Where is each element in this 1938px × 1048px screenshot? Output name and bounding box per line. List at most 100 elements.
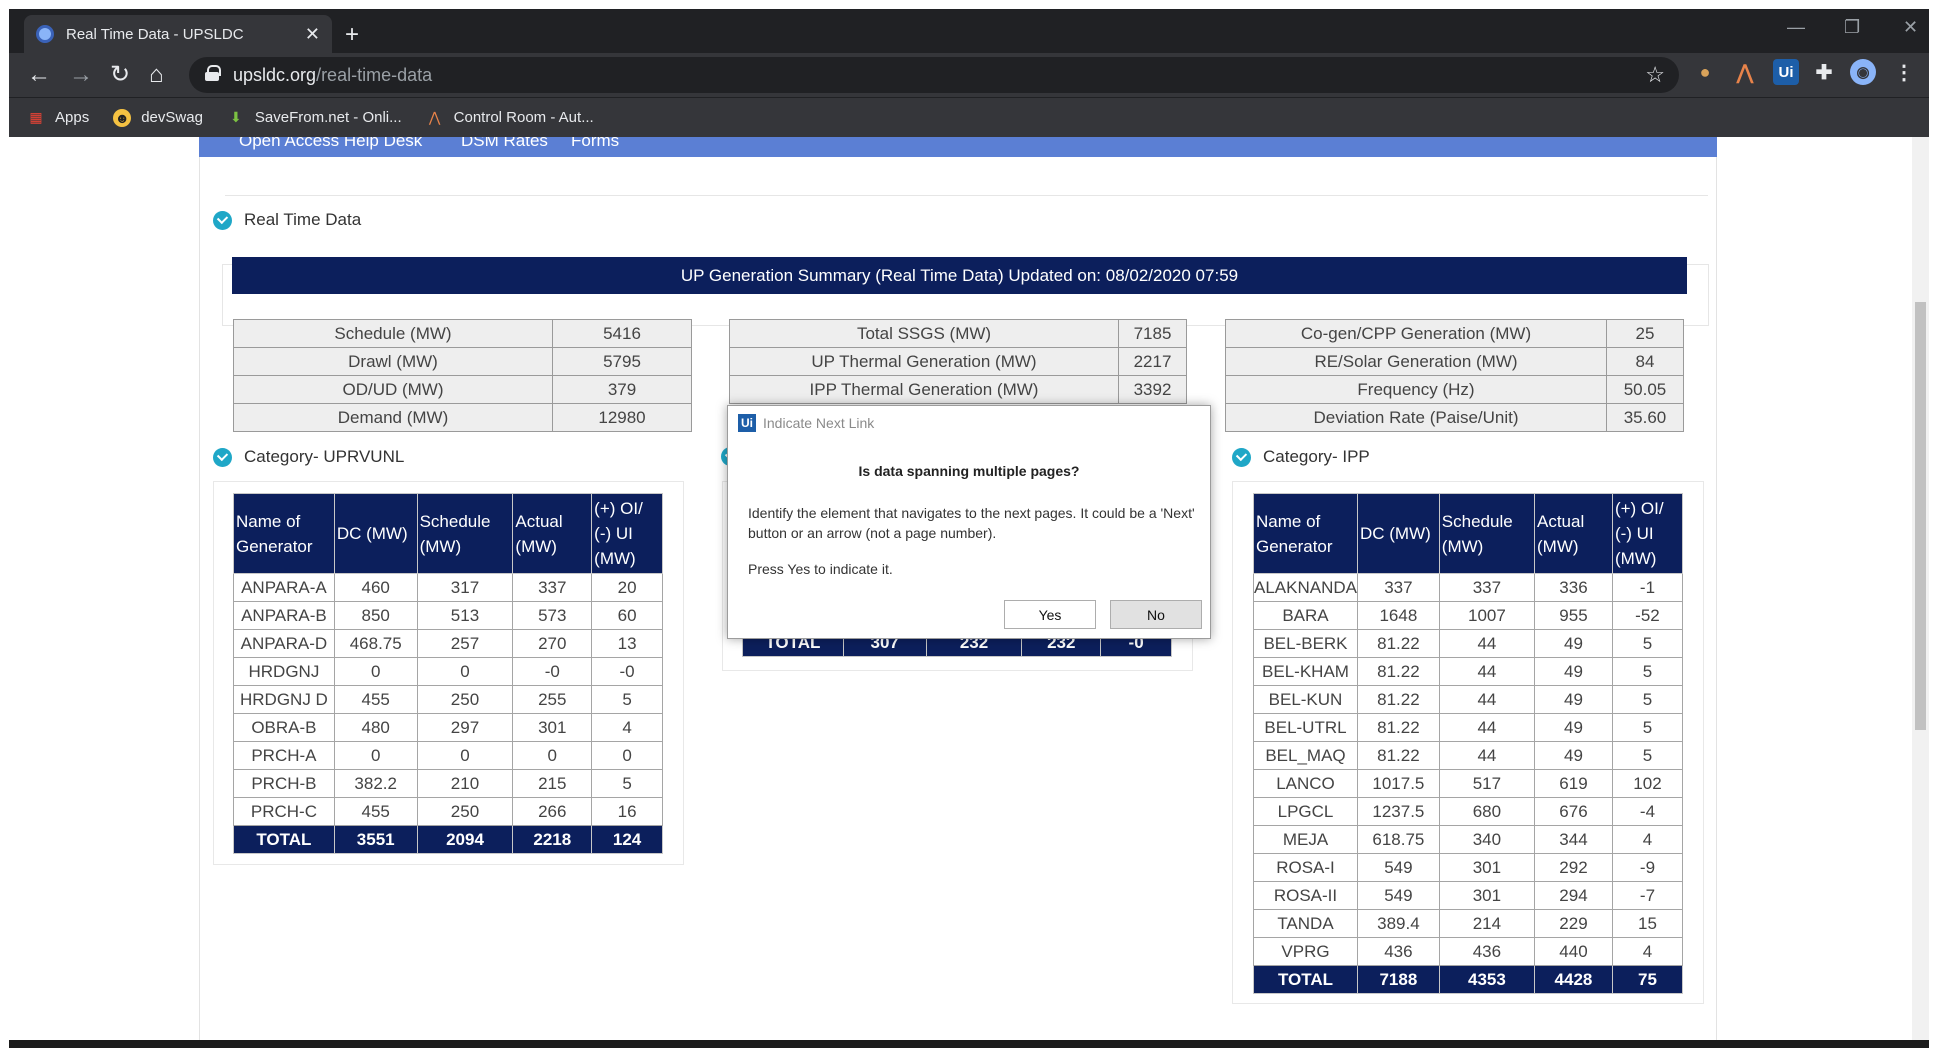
table-cell: 382.2 bbox=[333, 769, 418, 798]
puzzle-icon[interactable]: ✚ bbox=[1811, 59, 1837, 85]
lock-icon bbox=[205, 65, 221, 81]
bookmark-apps[interactable]: ▦ Apps bbox=[27, 109, 89, 127]
table-cell: 337 bbox=[1356, 573, 1440, 602]
reload-icon[interactable]: ↻ bbox=[110, 61, 130, 89]
table-cell: PRCH-C bbox=[233, 797, 335, 826]
page-scrollbar[interactable] bbox=[1912, 137, 1929, 1040]
column-header: DC (MW) bbox=[1356, 493, 1440, 574]
summary-label: Deviation Rate (Paise/Unit) bbox=[1225, 403, 1607, 432]
bookmark-control-room[interactable]: ⋀ Control Room - Aut... bbox=[426, 109, 594, 127]
sunglasses-icon: ☻ bbox=[113, 108, 132, 127]
total-cell: 7188 bbox=[1356, 965, 1440, 994]
indicate-next-link-dialog: Ui Indicate Next Link Is data spanning m… bbox=[727, 405, 1211, 639]
address-bar[interactable]: upsldc.org/real-time-data ☆ bbox=[189, 57, 1679, 93]
table-cell: BEL-UTRL bbox=[1253, 713, 1358, 742]
table-cell: 20 bbox=[591, 573, 663, 602]
cookie-icon[interactable]: ● bbox=[1692, 59, 1718, 85]
table-cell: 270 bbox=[512, 629, 593, 658]
table-cell: 4 bbox=[1611, 825, 1684, 854]
total-cell: 75 bbox=[1611, 965, 1684, 994]
window-close-icon[interactable]: ✕ bbox=[1903, 17, 1918, 38]
nav-dsm-rates[interactable]: DSM Rates bbox=[461, 137, 548, 151]
table-cell: 1648 bbox=[1356, 601, 1440, 630]
summary-title: UP Generation Summary (Real Time Data) U… bbox=[232, 257, 1687, 294]
uipath-icon[interactable]: Ui bbox=[1773, 59, 1799, 85]
table-cell: 549 bbox=[1356, 881, 1440, 910]
section-real-time-data[interactable]: Real Time Data bbox=[213, 210, 361, 230]
table-row: BEL-KHAM 81.22 44 49 5 bbox=[1253, 657, 1684, 686]
table-row: ROSA-I 549 301 292 -9 bbox=[1253, 853, 1684, 882]
table-row: LPGCL 1237.5 680 676 -4 bbox=[1253, 797, 1684, 826]
summary-row: Total SSGS (MW) 7185 bbox=[729, 319, 1187, 348]
table-cell: 250 bbox=[416, 685, 514, 714]
menu-icon[interactable]: ⋮ bbox=[1891, 59, 1917, 85]
table-row: BEL-KUN 81.22 44 49 5 bbox=[1253, 685, 1684, 714]
url-domain: upsldc.org bbox=[233, 64, 317, 85]
bookmark-savefrom[interactable]: ⬇ SaveFrom.net - Onli... bbox=[227, 109, 402, 127]
tab-close-icon[interactable]: ✕ bbox=[305, 24, 320, 45]
table-cell: 0 bbox=[333, 741, 418, 770]
restore-icon[interactable]: ❐ bbox=[1844, 17, 1860, 38]
new-tab-icon[interactable]: + bbox=[345, 21, 359, 49]
summary-value: 35.60 bbox=[1606, 403, 1684, 432]
table-cell: BEL-BERK bbox=[1253, 629, 1358, 658]
home-icon[interactable]: ⌂ bbox=[149, 61, 164, 89]
table-cell: 250 bbox=[416, 797, 514, 826]
minimize-icon[interactable]: — bbox=[1787, 17, 1805, 38]
scrollbar-thumb[interactable] bbox=[1915, 302, 1926, 730]
summary-label: IPP Thermal Generation (MW) bbox=[729, 375, 1119, 404]
table-cell: 229 bbox=[1534, 909, 1613, 938]
table-cell: LANCO bbox=[1253, 769, 1358, 798]
browser-tab[interactable]: Real Time Data - UPSLDC ✕ bbox=[24, 15, 332, 53]
table-cell: 1237.5 bbox=[1356, 797, 1440, 826]
table-cell: VPRG bbox=[1253, 937, 1358, 966]
category-uprvunl-label[interactable]: Category- UPRVUNL bbox=[213, 447, 404, 467]
table-cell: 49 bbox=[1534, 629, 1613, 658]
forward-icon[interactable]: → bbox=[69, 61, 93, 89]
dialog-question: Is data spanning multiple pages? bbox=[858, 463, 1080, 479]
table-cell: ROSA-I bbox=[1253, 853, 1358, 882]
summary-label: Frequency (Hz) bbox=[1225, 375, 1607, 404]
table-row: ANPARA-D 468.75 257 270 13 bbox=[233, 629, 663, 658]
column-header: (+) OI/ (-) UI (MW) bbox=[591, 493, 663, 574]
table-row: OBRA-B 480 297 301 4 bbox=[233, 713, 663, 742]
table-row: HRDGNJ D 455 250 255 5 bbox=[233, 685, 663, 714]
back-icon[interactable]: ← bbox=[27, 61, 51, 89]
table-cell: -0 bbox=[591, 657, 663, 686]
nav-forms[interactable]: Forms bbox=[571, 137, 619, 151]
table-cell: 13 bbox=[591, 629, 663, 658]
summary-row: Frequency (Hz) 50.05 bbox=[1225, 375, 1684, 404]
summary-value: 379 bbox=[552, 375, 692, 404]
table-cell: 5 bbox=[591, 769, 663, 798]
site-nav-strip: Open Access Help Desk DSM Rates Forms bbox=[199, 137, 1717, 157]
bookmark-star-icon[interactable]: ☆ bbox=[1645, 62, 1665, 88]
summary-label: Drawl (MW) bbox=[233, 347, 553, 376]
acrobat-icon[interactable]: ⋀ bbox=[1732, 59, 1758, 85]
table-row: VPRG 436 436 440 4 bbox=[1253, 937, 1684, 966]
table-cell: 266 bbox=[512, 797, 593, 826]
column-header: Name of Generator bbox=[233, 493, 335, 574]
table-cell: 455 bbox=[333, 685, 418, 714]
table-cell: 44 bbox=[1438, 713, 1536, 742]
table-cell: -0 bbox=[512, 657, 593, 686]
table-cell: 340 bbox=[1438, 825, 1536, 854]
table-cell: BEL-KUN bbox=[1253, 685, 1358, 714]
category-ipp-label[interactable]: Category- IPP bbox=[1232, 447, 1370, 467]
summary-label: Co-gen/CPP Generation (MW) bbox=[1225, 319, 1607, 348]
table-cell: -1 bbox=[1611, 573, 1684, 602]
table-row: PRCH-A 0 0 0 0 bbox=[233, 741, 663, 770]
summary-row: RE/Solar Generation (MW) 84 bbox=[1225, 347, 1684, 376]
table-cell: 0 bbox=[416, 741, 514, 770]
summary-row: OD/UD (MW) 379 bbox=[233, 375, 692, 404]
bookmark-devswag[interactable]: ☻ devSwag bbox=[113, 108, 203, 127]
nav-open-access[interactable]: Open Access Help Desk bbox=[239, 137, 422, 151]
column-header: Name of Generator bbox=[1253, 493, 1358, 574]
profile-icon[interactable]: ◉ bbox=[1850, 59, 1876, 85]
summary-value: 5416 bbox=[552, 319, 692, 348]
table-cell: 5 bbox=[1611, 713, 1684, 742]
no-button[interactable]: No bbox=[1110, 600, 1202, 629]
table-row: MEJA 618.75 340 344 4 bbox=[1253, 825, 1684, 854]
summary-label: OD/UD (MW) bbox=[233, 375, 553, 404]
yes-button[interactable]: Yes bbox=[1004, 600, 1096, 629]
bookmark-label: devSwag bbox=[141, 109, 203, 126]
